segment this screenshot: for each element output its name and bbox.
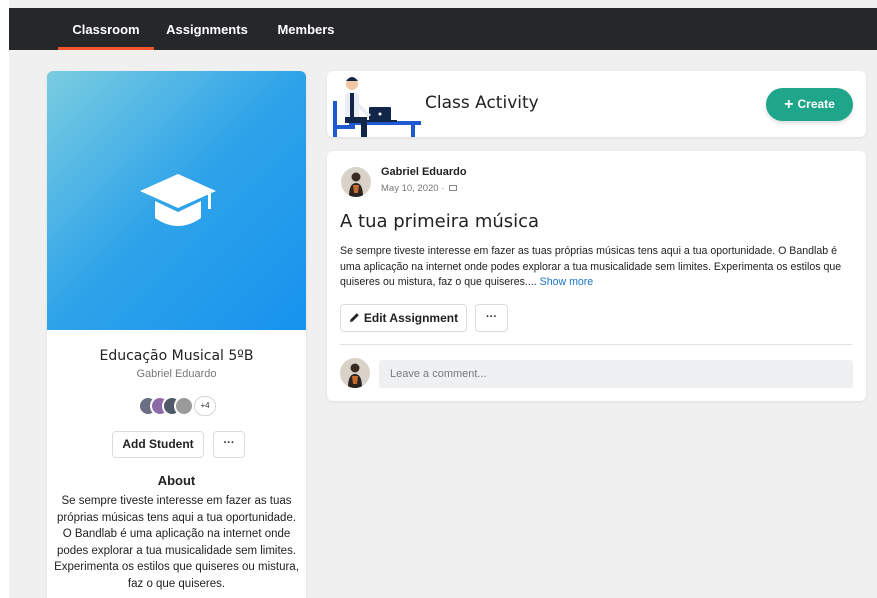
tab-classroom[interactable]: Classroom (58, 8, 154, 50)
post-body: Se sempre tiveste interesse em fazer as … (340, 244, 858, 291)
divider (340, 344, 852, 345)
class-activity-title: Class Activity (425, 93, 539, 113)
class-activity-header: Class Activity + Create (327, 71, 866, 137)
edit-assignment-button[interactable]: Edit Assignment (340, 304, 467, 332)
edit-assignment-label: Edit Assignment (363, 311, 459, 325)
class-cover (47, 71, 306, 330)
show-more-link[interactable]: Show more (540, 276, 594, 288)
monitor-icon (449, 185, 458, 191)
post-date: May 10, 2020 · (381, 183, 458, 194)
author-avatar[interactable] (341, 167, 371, 197)
about-heading: About (157, 473, 196, 488)
avatar (174, 396, 194, 416)
post-author[interactable]: Gabriel Eduardo (381, 166, 467, 178)
class-owner: Gabriel Eduardo (136, 368, 217, 380)
user-avatar (340, 358, 370, 388)
person-at-desk-illustration (333, 77, 421, 137)
post-more-button[interactable]: ··· (475, 304, 508, 332)
post-title: A tua primeira música (340, 211, 540, 232)
class-title: Educação Musical 5ºB (99, 348, 254, 364)
class-more-button[interactable]: ··· (213, 431, 245, 458)
about-text: Se sempre tiveste interesse em fazer as … (54, 495, 299, 590)
plus-icon: + (784, 96, 794, 113)
top-nav-bar: Classroom Assignments Members (9, 8, 877, 50)
member-avatars[interactable]: +4 (138, 396, 228, 416)
more-members-badge[interactable]: +4 (194, 396, 216, 416)
tab-assignments[interactable]: Assignments (162, 8, 252, 50)
pencil-icon (349, 313, 359, 322)
post-date-text: May 10, 2020 · (381, 183, 445, 194)
create-button-label: Create (797, 97, 835, 111)
class-card: Educação Musical 5ºB Gabriel Eduardo +4 … (47, 71, 306, 598)
window-edge (0, 0, 9, 598)
graduation-cap-icon (140, 174, 216, 226)
tab-members[interactable]: Members (273, 8, 339, 50)
create-button[interactable]: + Create (766, 88, 853, 121)
add-student-button[interactable]: Add Student (112, 431, 204, 458)
assignment-post-card: Gabriel Eduardo May 10, 2020 · A tua pri… (327, 151, 866, 401)
comment-input[interactable] (379, 360, 853, 388)
